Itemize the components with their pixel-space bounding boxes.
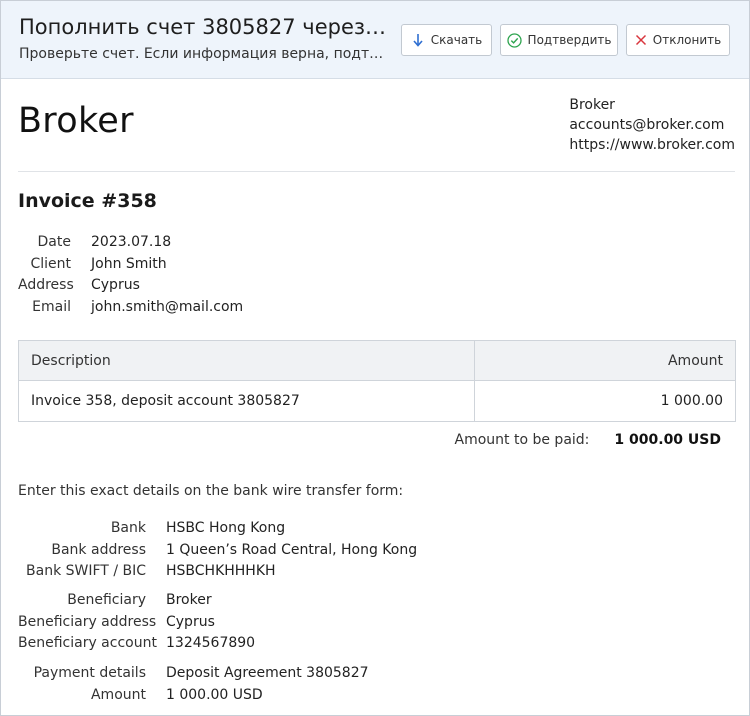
detail-value: 1 000.00 USD xyxy=(166,686,263,703)
table-header-row: Description Amount xyxy=(19,341,735,381)
header-divider xyxy=(18,171,735,172)
close-icon xyxy=(635,34,647,46)
table-cell-amount: 1 000.00 xyxy=(660,393,723,409)
detail-label: Bank address xyxy=(51,541,146,558)
meta-label: Email xyxy=(32,298,71,315)
detail-row: Amount 1 000.00 USD xyxy=(18,684,369,706)
reject-label: Отклонить xyxy=(652,33,722,47)
meta-row-date: Date 2023.07.18 xyxy=(18,231,243,253)
meta-row-address: Address Cyprus xyxy=(18,274,243,296)
invoice-table: Description Amount Invoice 358, deposit … xyxy=(18,340,736,422)
download-label: Скачать xyxy=(430,33,483,47)
detail-value: Cyprus xyxy=(166,613,215,630)
meta-value: john.smith@mail.com xyxy=(91,298,244,315)
invoice-window: Пополнить счет 3805827 через HSBC Hong K… xyxy=(0,0,750,716)
confirm-label: Подтвердить xyxy=(527,33,612,47)
column-header-description: Description xyxy=(19,341,475,380)
detail-label: Bank xyxy=(110,519,146,536)
detail-label: Payment details xyxy=(33,664,146,681)
meta-label: Date xyxy=(37,233,71,250)
detail-value: Broker xyxy=(166,591,212,608)
detail-value: HSBC Hong Kong xyxy=(166,519,286,536)
meta-value: John Smith xyxy=(91,255,167,272)
detail-row: Bank SWIFT / BIC HSBCHKHHHKH xyxy=(18,560,417,582)
total-value: 1 000.00 USD xyxy=(614,432,721,448)
meta-label: Client xyxy=(30,255,71,272)
detail-value: HSBCHKHHHKH xyxy=(166,563,276,580)
meta-row-client: Client John Smith xyxy=(18,253,243,275)
invoice-title: Invoice #358 xyxy=(18,190,157,212)
beneficiary-details: Beneficiary Broker Beneficiary address C… xyxy=(18,589,255,654)
check-circle-icon xyxy=(506,32,522,48)
detail-label: Bank SWIFT / BIC xyxy=(26,563,146,580)
download-icon xyxy=(411,33,425,47)
dialog-title: Пополнить счет 3805827 через HSBC Hong K… xyxy=(19,15,391,39)
detail-row: Bank address 1 Queen’s Road Central, Hon… xyxy=(18,539,417,561)
meta-row-email: Email john.smith@mail.com xyxy=(18,296,243,318)
table-row: Invoice 358, deposit account 3805827 1 0… xyxy=(19,381,735,421)
detail-row: Beneficiary address Cyprus xyxy=(18,611,255,633)
column-header-amount: Amount xyxy=(667,352,723,369)
dialog-subtitle: Проверьте счет. Если информация верна, п… xyxy=(19,46,391,62)
detail-row: Beneficiary account 1324567890 xyxy=(18,632,255,654)
reject-button[interactable]: Отклонить xyxy=(626,24,730,56)
confirm-button[interactable]: Подтвердить xyxy=(500,24,618,56)
payment-details: Payment details Deposit Agreement 380582… xyxy=(18,662,369,705)
invoice-meta: Date 2023.07.18 Client John Smith Addres… xyxy=(18,231,243,318)
meta-label: Address xyxy=(18,277,74,294)
detail-value: 1324567890 xyxy=(166,635,256,652)
meta-value: 2023.07.18 xyxy=(91,233,172,250)
wire-instructions: Enter this exact details on the bank wir… xyxy=(18,483,404,499)
detail-label: Beneficiary address xyxy=(18,613,157,630)
company-website: https://www.broker.com xyxy=(569,137,735,153)
detail-label: Amount xyxy=(90,686,146,703)
download-button[interactable]: Скачать xyxy=(401,24,492,56)
brand-logo-text: Broker xyxy=(18,101,134,141)
meta-value: Cyprus xyxy=(91,277,140,294)
detail-row: Bank HSBC Hong Kong xyxy=(18,517,417,539)
invoice-total: Amount to be paid: 1 000.00 USD xyxy=(455,432,721,448)
detail-value: 1 Queen’s Road Central, Hong Kong xyxy=(166,541,418,558)
table-cell-description: Invoice 358, deposit account 3805827 xyxy=(19,381,475,421)
detail-row: Beneficiary Broker xyxy=(18,589,255,611)
company-email: accounts@broker.com xyxy=(569,117,725,133)
bank-details: Bank HSBC Hong Kong Bank address 1 Queen… xyxy=(18,517,417,582)
company-name: Broker xyxy=(569,97,615,113)
company-contacts: Broker accounts@broker.com https://www.b… xyxy=(569,95,735,155)
detail-value: Deposit Agreement 3805827 xyxy=(166,664,369,681)
total-label: Amount to be paid: xyxy=(454,432,590,448)
detail-row: Payment details Deposit Agreement 380582… xyxy=(18,662,369,684)
dialog-header: Пополнить счет 3805827 через HSBC Hong K… xyxy=(1,1,749,79)
detail-label: Beneficiary account xyxy=(18,635,157,652)
detail-label: Beneficiary xyxy=(67,591,146,608)
